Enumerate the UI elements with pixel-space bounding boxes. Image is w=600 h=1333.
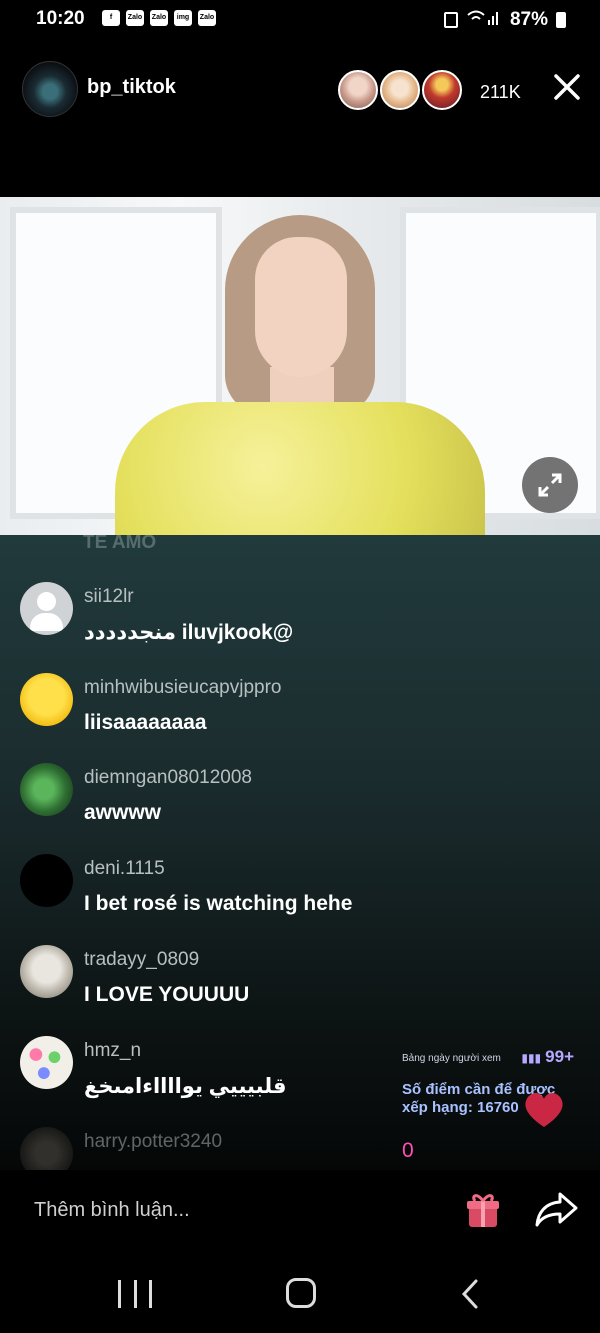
zalo-icon: Zalo [198, 10, 216, 26]
comment-message: منجددددد iluvjkook@ [84, 621, 294, 644]
comment-username[interactable]: hmz_n [84, 1040, 141, 1062]
comment-message: I bet rosé is watching hehe [84, 892, 353, 915]
comment-username[interactable]: tradayy_0809 [84, 949, 199, 971]
live-header: bp_tiktok 211K [0, 58, 600, 118]
comment-item: sii12lr منجددددد iluvjkook@ [0, 582, 600, 672]
comment-message: awwww [84, 801, 162, 824]
harry-avatar[interactable] [20, 1127, 73, 1170]
comment-message: قلبيييي يوااااءامىخغ [84, 1075, 287, 1098]
comment-item: deni.1115 I bet rosé is watching hehe [0, 854, 600, 944]
comment-item: tradayy_0809 I LOVE YOUUUU [0, 945, 600, 1035]
duck-avatar[interactable] [20, 673, 73, 726]
host-name[interactable]: bp_tiktok [87, 76, 176, 99]
comment-username[interactable]: harry.potter3240 [84, 1131, 222, 1153]
recent-apps-button[interactable] [118, 1280, 152, 1308]
status-time: 10:20 [36, 8, 85, 29]
default-avatar[interactable] [20, 582, 73, 635]
comment-username[interactable]: sii12lr [84, 586, 134, 608]
close-button[interactable] [550, 72, 584, 106]
gift-icon [467, 1194, 499, 1227]
clover-avatar[interactable] [20, 763, 73, 816]
back-button[interactable] [458, 1277, 484, 1311]
comment-username[interactable]: deni.1115 [84, 858, 165, 880]
person-face [255, 237, 347, 377]
share-arrow-icon [535, 1192, 578, 1227]
comment-message: I LOVE YOUUUU [84, 983, 250, 1006]
faded-comment: TE AMO [83, 535, 157, 553]
comment-message: liisaaaaaaaa [84, 711, 207, 734]
daily-ranking-widget[interactable]: Bảng ngày người xem ▮▮▮ 99+ Số điểm cần đ… [396, 1045, 584, 1170]
comment-username[interactable]: diemngan08012008 [84, 767, 252, 789]
person-dress [115, 402, 485, 535]
comment-username[interactable]: minhwibusieucapvjppro [84, 677, 282, 699]
viewer-count[interactable]: 211K [480, 82, 521, 103]
fullscreen-button[interactable] [522, 457, 578, 513]
comment-bar [0, 1180, 600, 1242]
facebook-icon: f [102, 10, 120, 26]
bar-chart-icon: ▮▮▮ [521, 1051, 542, 1065]
top-viewer-avatar[interactable] [338, 70, 378, 110]
ranking-badge: ▮▮▮ 99+ [521, 1047, 574, 1066]
comment-item: diemngan08012008 awwww [0, 763, 600, 853]
home-button[interactable] [286, 1278, 316, 1308]
zalo-icon: Zalo [126, 10, 144, 26]
ranking-score: 0 [402, 1139, 414, 1162]
comment-input[interactable] [20, 1180, 440, 1240]
top-viewer-avatar[interactable] [380, 70, 420, 110]
top-viewer-avatar[interactable] [422, 70, 462, 110]
system-nav-bar [0, 1258, 600, 1333]
gallery-icon: img [174, 10, 192, 26]
expand-icon [538, 473, 562, 497]
comment-item: minhwibusieucapvjppro liisaaaaaaaa [0, 673, 600, 763]
heart-icon [525, 1092, 563, 1127]
close-icon [554, 74, 580, 100]
wifi-signal-icon [466, 8, 502, 32]
zalo-icon: Zalo [150, 10, 168, 26]
battery-icon [556, 12, 566, 28]
ranking-title: Bảng ngày người xem [402, 1053, 501, 1064]
status-bar: 10:20 f Zalo Zalo img Zalo 87% [0, 0, 600, 40]
battery-percent: 87% [509, 9, 548, 30]
anime-avatar[interactable] [20, 945, 73, 998]
gift-button[interactable] [463, 1190, 503, 1230]
notification-icons: f Zalo Zalo img Zalo [102, 10, 216, 26]
live-video[interactable] [0, 197, 600, 535]
beads-avatar[interactable] [20, 1036, 73, 1089]
status-right: 87% [443, 8, 566, 32]
sim-icon [443, 12, 458, 28]
host-avatar[interactable] [22, 61, 78, 117]
black-avatar[interactable] [20, 854, 73, 907]
share-button[interactable] [534, 1190, 580, 1230]
